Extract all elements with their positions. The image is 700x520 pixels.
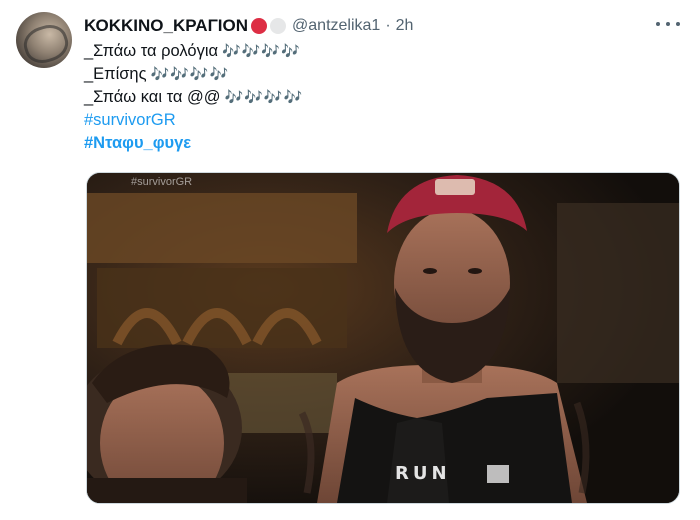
red-circle-emoji-icon <box>251 18 268 34</box>
tweet-line: _Σπάω και τα @@ 🎶🎶🎶🎶 <box>84 86 680 109</box>
tweet-header: ΚΟΚΚΙΝΟ_ΚΡΑΓΙΟΝ @antzelika1 · 2h <box>84 14 680 38</box>
line-text: _Επίσης <box>84 65 147 83</box>
musical-notes-icon: 🎶🎶🎶🎶 <box>222 43 301 60</box>
hashtag-survivorgr[interactable]: #survivorGR <box>84 109 176 132</box>
musical-notes-icon: 🎶🎶🎶🎶 <box>224 89 304 106</box>
tweet-line: #Νταφυ_φυγε <box>84 132 680 155</box>
musical-notes-icon: 🎶🎶🎶🎶 <box>150 66 230 83</box>
tweet-line: _Σπάω τα ρολόγια 🎶🎶🎶🎶 <box>84 40 680 63</box>
tweet-text: _Σπάω τα ρολόγια 🎶🎶🎶🎶 _Επίσης 🎶🎶🎶🎶 _Σπάω… <box>84 40 680 155</box>
tweet-card: ΚΟΚΚΙΝΟ_ΚΡΑΓΙΟΝ @antzelika1 · 2h _Σπάω τ… <box>0 0 700 520</box>
tweet-line: #survivorGR <box>84 109 680 132</box>
line-text: _Σπάω τα ρολόγια <box>84 42 219 60</box>
hashtag-ntafy-fyge[interactable]: #Νταφυ_φυγε <box>84 132 191 155</box>
tweet-line: _Επίσης 🎶🎶🎶🎶 <box>84 63 680 86</box>
tweet-media-image[interactable]: #survivorGR RUN <box>86 172 680 504</box>
avatar[interactable] <box>16 12 72 68</box>
video-watermark: #survivorGR <box>131 176 193 188</box>
tv-still-illustration <box>87 173 679 503</box>
separator-dot: · <box>385 17 391 34</box>
user-handle[interactable]: @antzelika1 <box>292 17 380 35</box>
white-circle-emoji-icon <box>270 18 287 34</box>
timestamp[interactable]: 2h <box>396 17 414 35</box>
display-name[interactable]: ΚΟΚΚΙΝΟ_ΚΡΑΓΙΟΝ <box>84 16 248 36</box>
more-options-icon[interactable] <box>656 12 680 36</box>
shirt-text: RUN <box>395 463 451 484</box>
line-text: _Σπάω και τα @@ <box>84 88 221 106</box>
